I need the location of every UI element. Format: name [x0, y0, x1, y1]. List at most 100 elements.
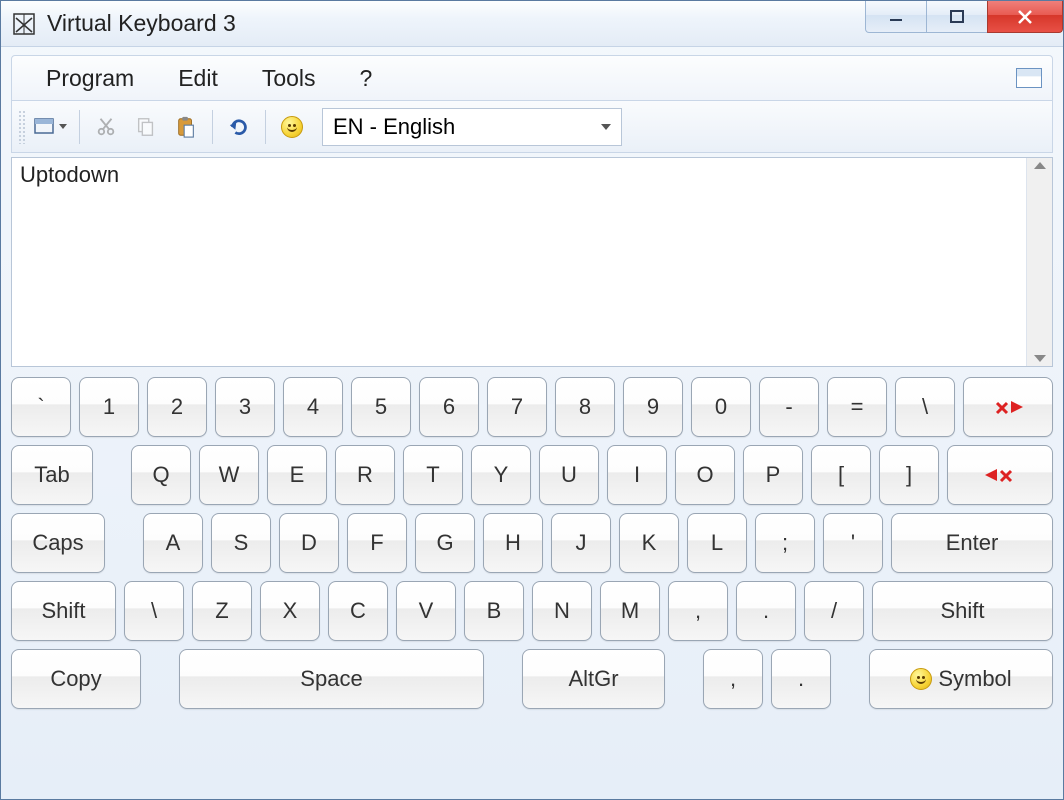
- language-select[interactable]: EN - English: [322, 108, 622, 146]
- copy-button[interactable]: [128, 109, 164, 145]
- window-title: Virtual Keyboard 3: [47, 10, 236, 37]
- key-c[interactable]: C: [328, 581, 388, 641]
- key-period[interactable]: .: [736, 581, 796, 641]
- key-enter[interactable]: Enter: [891, 513, 1053, 573]
- smiley-icon: [281, 116, 303, 138]
- keyboard-row-1: ` 1 2 3 4 5 6 7 8 9 0 - = \: [11, 377, 1053, 437]
- maximize-button[interactable]: [926, 1, 988, 33]
- key-8[interactable]: 8: [555, 377, 615, 437]
- keyboard-row-2: Tab Q W E R T Y U I O P [ ]: [11, 445, 1053, 505]
- key-backslash[interactable]: \: [895, 377, 955, 437]
- text-editor: Uptodown: [11, 157, 1053, 367]
- key-4[interactable]: 4: [283, 377, 343, 437]
- key-minus[interactable]: -: [759, 377, 819, 437]
- key-h[interactable]: H: [483, 513, 543, 573]
- key-bracket-right[interactable]: ]: [879, 445, 939, 505]
- toolbar: EN - English: [11, 101, 1053, 153]
- undo-button[interactable]: [221, 109, 257, 145]
- app-window: Virtual Keyboard 3 Program Edit Tools ?: [0, 0, 1064, 800]
- vertical-scrollbar[interactable]: [1026, 158, 1052, 366]
- key-e[interactable]: E: [267, 445, 327, 505]
- key-9[interactable]: 9: [623, 377, 683, 437]
- key-q[interactable]: Q: [131, 445, 191, 505]
- chevron-down-icon: [59, 124, 67, 129]
- key-f[interactable]: F: [347, 513, 407, 573]
- scroll-up-icon: [1034, 162, 1046, 169]
- toolbar-separator: [79, 110, 80, 144]
- toolbar-separator: [212, 110, 213, 144]
- chevron-down-icon: [601, 124, 611, 130]
- key-period2[interactable]: .: [771, 649, 831, 709]
- key-2[interactable]: 2: [147, 377, 207, 437]
- app-icon: [11, 11, 37, 37]
- key-7[interactable]: 7: [487, 377, 547, 437]
- toolbar-grip-icon: [18, 110, 26, 144]
- key-n[interactable]: N: [532, 581, 592, 641]
- text-input[interactable]: Uptodown: [12, 158, 1026, 366]
- key-caps[interactable]: Caps: [11, 513, 105, 573]
- key-p[interactable]: P: [743, 445, 803, 505]
- menu-program[interactable]: Program: [24, 61, 156, 96]
- key-shift-right[interactable]: Shift: [872, 581, 1053, 641]
- layout-dropdown-button[interactable]: [30, 109, 71, 145]
- key-u[interactable]: U: [539, 445, 599, 505]
- backspace-icon: [991, 397, 1025, 417]
- emoji-button[interactable]: [274, 109, 310, 145]
- keyboard-row-4: Shift \ Z X C V B N M , . / Shift: [11, 581, 1053, 641]
- key-x[interactable]: X: [260, 581, 320, 641]
- key-equals[interactable]: =: [827, 377, 887, 437]
- key-backspace[interactable]: [963, 377, 1053, 437]
- key-t[interactable]: T: [403, 445, 463, 505]
- cut-button[interactable]: [88, 109, 124, 145]
- virtual-keyboard: ` 1 2 3 4 5 6 7 8 9 0 - = \ Tab Q W E R …: [11, 377, 1053, 789]
- key-r[interactable]: R: [335, 445, 395, 505]
- key-shift-left[interactable]: Shift: [11, 581, 116, 641]
- menu-tools[interactable]: Tools: [240, 61, 338, 96]
- key-b[interactable]: B: [464, 581, 524, 641]
- key-o[interactable]: O: [675, 445, 735, 505]
- language-select-value: EN - English: [333, 114, 455, 140]
- key-j[interactable]: J: [551, 513, 611, 573]
- key-3[interactable]: 3: [215, 377, 275, 437]
- key-0[interactable]: 0: [691, 377, 751, 437]
- key-6[interactable]: 6: [419, 377, 479, 437]
- key-d[interactable]: D: [279, 513, 339, 573]
- key-z[interactable]: Z: [192, 581, 252, 641]
- key-g[interactable]: G: [415, 513, 475, 573]
- key-copy[interactable]: Copy: [11, 649, 141, 709]
- minimize-button[interactable]: [865, 1, 927, 33]
- window-controls: [866, 1, 1063, 33]
- key-comma2[interactable]: ,: [703, 649, 763, 709]
- key-bracket-left[interactable]: [: [811, 445, 871, 505]
- restore-panel-icon[interactable]: [1016, 68, 1042, 88]
- key-1[interactable]: 1: [79, 377, 139, 437]
- scroll-down-icon: [1034, 355, 1046, 362]
- key-k[interactable]: K: [619, 513, 679, 573]
- key-m[interactable]: M: [600, 581, 660, 641]
- key-comma[interactable]: ,: [668, 581, 728, 641]
- key-i[interactable]: I: [607, 445, 667, 505]
- close-button[interactable]: [987, 1, 1063, 33]
- key-slash[interactable]: /: [804, 581, 864, 641]
- toolbar-separator: [265, 110, 266, 144]
- key-l[interactable]: L: [687, 513, 747, 573]
- key-backtick[interactable]: `: [11, 377, 71, 437]
- paste-button[interactable]: [168, 109, 204, 145]
- key-5[interactable]: 5: [351, 377, 411, 437]
- menu-edit[interactable]: Edit: [156, 61, 240, 96]
- key-symbol[interactable]: Symbol: [869, 649, 1053, 709]
- menu-help[interactable]: ?: [338, 61, 395, 96]
- key-tab[interactable]: Tab: [11, 445, 93, 505]
- keyboard-row-5: Copy Space AltGr , . Symbol: [11, 649, 1053, 709]
- key-y[interactable]: Y: [471, 445, 531, 505]
- key-w[interactable]: W: [199, 445, 259, 505]
- key-altgr[interactable]: AltGr: [522, 649, 665, 709]
- key-semicolon[interactable]: ;: [755, 513, 815, 573]
- key-v[interactable]: V: [396, 581, 456, 641]
- key-s[interactable]: S: [211, 513, 271, 573]
- key-apostrophe[interactable]: ': [823, 513, 883, 573]
- key-delete[interactable]: [947, 445, 1053, 505]
- key-space[interactable]: Space: [179, 649, 484, 709]
- key-a[interactable]: A: [143, 513, 203, 573]
- key-backslash2[interactable]: \: [124, 581, 184, 641]
